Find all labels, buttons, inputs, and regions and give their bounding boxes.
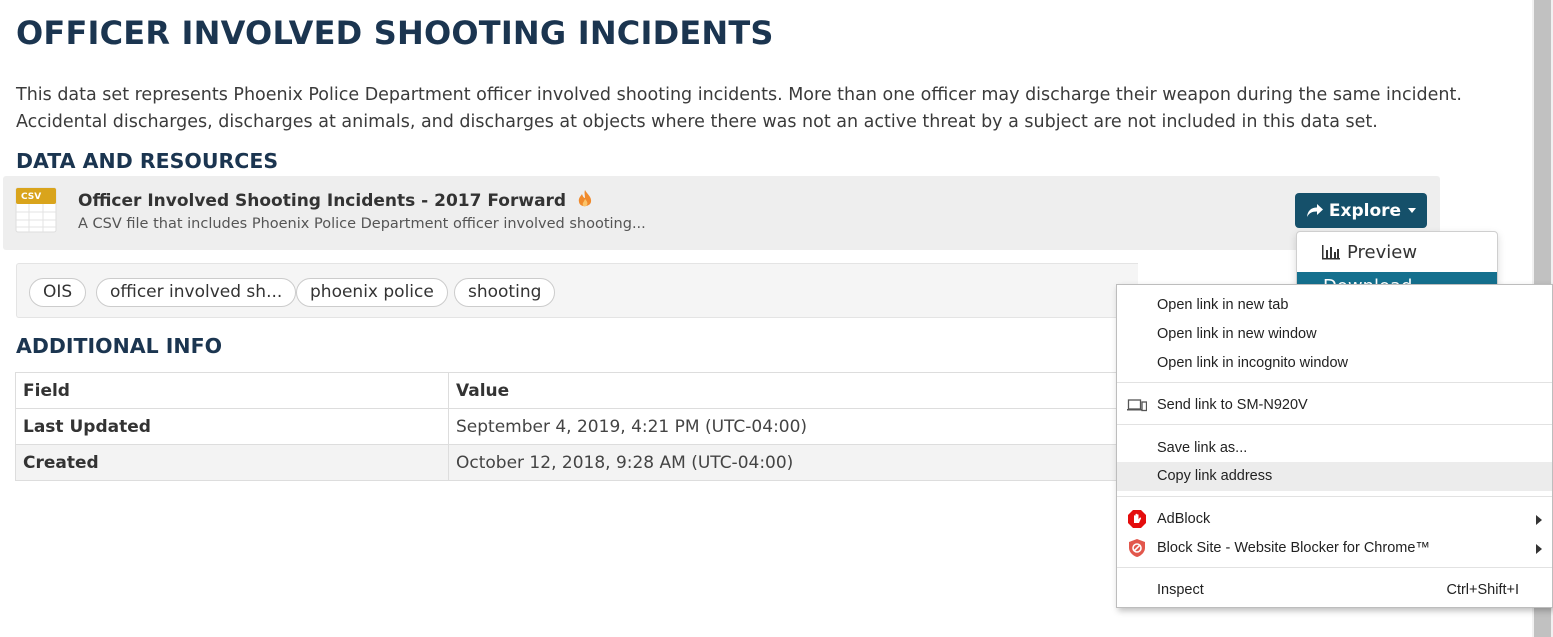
menu-separator bbox=[1117, 424, 1552, 425]
additional-info-heading: ADDITIONAL INFO bbox=[16, 334, 223, 358]
menu-block-site[interactable]: Block Site - Website Blocker for Chrome™ bbox=[1117, 534, 1552, 563]
menu-separator bbox=[1117, 382, 1552, 383]
browser-context-menu: Open link in new tab Open link in new wi… bbox=[1116, 284, 1553, 608]
additional-info-table: Field Value Last Updated September 4, 20… bbox=[15, 372, 1120, 481]
dataset-description: This data set represents Phoenix Police … bbox=[16, 82, 1462, 136]
menu-copy-link-address[interactable]: Copy link address bbox=[1117, 462, 1552, 491]
row-field: Last Updated bbox=[15, 408, 449, 445]
menu-save-link-as[interactable]: Save link as... bbox=[1117, 434, 1552, 463]
tag-officer-involved[interactable]: officer involved sh... bbox=[96, 278, 297, 307]
resources-heading: DATA AND RESOURCES bbox=[16, 149, 279, 173]
menu-open-incognito[interactable]: Open link in incognito window bbox=[1117, 349, 1552, 378]
explore-button[interactable]: Explore bbox=[1295, 193, 1427, 228]
menu-open-new-tab[interactable]: Open link in new tab bbox=[1117, 291, 1552, 320]
caret-down-icon bbox=[1408, 208, 1417, 213]
description-line: This data set represents Phoenix Police … bbox=[16, 85, 1462, 105]
description-line: Accidental discharges, discharges at ani… bbox=[16, 112, 1378, 132]
adblock-icon bbox=[1128, 510, 1146, 528]
explore-label: Explore bbox=[1328, 200, 1402, 221]
menu-label: Inspect bbox=[1157, 582, 1204, 598]
menu-label: Open link in new window bbox=[1157, 326, 1317, 342]
bar-chart-icon bbox=[1322, 245, 1340, 260]
menu-label: Open link in incognito window bbox=[1157, 355, 1349, 371]
menu-inspect[interactable]: Inspect Ctrl+Shift+I bbox=[1117, 576, 1552, 605]
submenu-arrow-icon bbox=[1536, 544, 1542, 554]
menu-label: Block Site - Website Blocker for Chrome™ bbox=[1157, 540, 1430, 556]
flame-icon bbox=[578, 190, 592, 207]
submenu-arrow-icon bbox=[1536, 515, 1542, 525]
resource-description: A CSV file that includes Phoenix Police … bbox=[78, 216, 646, 232]
menu-label: AdBlock bbox=[1157, 511, 1211, 527]
resource-title-link[interactable]: Officer Involved Shooting Incidents - 20… bbox=[78, 189, 593, 211]
table-row: Created October 12, 2018, 9:28 AM (UTC-0… bbox=[15, 444, 1120, 481]
preview-menu-item[interactable]: Preview bbox=[1297, 232, 1497, 272]
column-header-value: Value bbox=[448, 372, 1120, 409]
csv-badge-text: CSV bbox=[21, 192, 41, 202]
tag-ois[interactable]: OIS bbox=[29, 278, 87, 307]
explore-dropdown: Preview Download bbox=[1296, 231, 1498, 291]
page-title: OFFICER INVOLVED SHOOTING INCIDENTS bbox=[16, 14, 774, 52]
resource-item[interactable]: CSV Officer Involved Shooting Incidents … bbox=[3, 176, 1440, 250]
column-header-field: Field bbox=[15, 372, 449, 409]
preview-label: Preview bbox=[1347, 241, 1418, 263]
table-row: Last Updated September 4, 2019, 4:21 PM … bbox=[15, 408, 1120, 445]
menu-label: Copy link address bbox=[1157, 468, 1273, 484]
tags-list: OIS officer involved sh... phoenix polic… bbox=[16, 263, 1138, 318]
tag-shooting[interactable]: shooting bbox=[454, 278, 556, 307]
menu-separator bbox=[1117, 567, 1552, 568]
keyboard-shortcut: Ctrl+Shift+I bbox=[1446, 582, 1519, 598]
row-field: Created bbox=[15, 444, 449, 481]
menu-label: Send link to SM-N920V bbox=[1157, 397, 1308, 413]
row-value: September 4, 2019, 4:21 PM (UTC-04:00) bbox=[448, 408, 1120, 445]
menu-separator bbox=[1117, 496, 1552, 497]
devices-icon bbox=[1127, 399, 1147, 412]
menu-label: Open link in new tab bbox=[1157, 297, 1289, 313]
table-header-row: Field Value bbox=[15, 372, 1120, 409]
menu-send-to-device[interactable]: Send link to SM-N920V bbox=[1117, 391, 1552, 420]
menu-open-new-window[interactable]: Open link in new window bbox=[1117, 320, 1552, 349]
share-arrow-icon bbox=[1306, 203, 1323, 217]
csv-file-icon: CSV bbox=[15, 187, 57, 233]
menu-adblock[interactable]: AdBlock bbox=[1117, 505, 1552, 534]
tag-phoenix-police[interactable]: phoenix police bbox=[296, 278, 448, 307]
row-value: October 12, 2018, 9:28 AM (UTC-04:00) bbox=[448, 444, 1120, 481]
resource-title: Officer Involved Shooting Incidents - 20… bbox=[78, 191, 567, 211]
menu-label: Save link as... bbox=[1157, 440, 1248, 456]
shield-block-icon bbox=[1129, 539, 1145, 557]
